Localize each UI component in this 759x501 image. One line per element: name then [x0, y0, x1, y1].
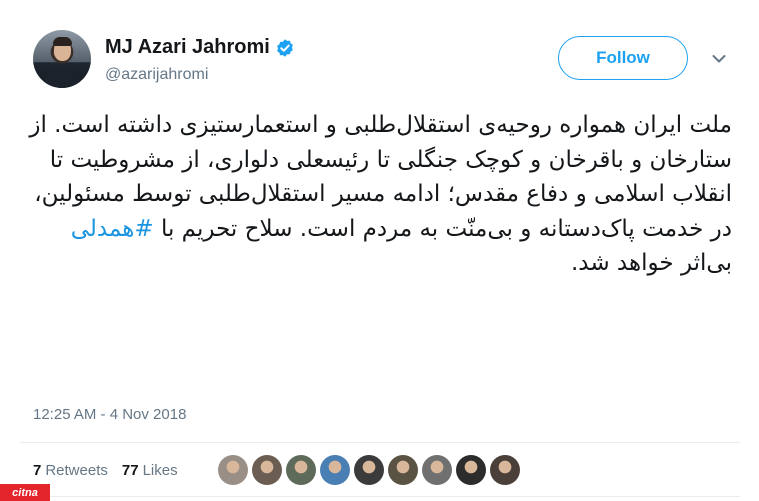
author-name[interactable]: MJ Azari Jahromi: [105, 36, 270, 59]
likes-label: Likes: [142, 462, 178, 479]
likes-count: 77: [121, 462, 139, 479]
liker-avatar[interactable]: [354, 455, 384, 485]
likers-avatars: [218, 455, 520, 485]
liker-avatar[interactable]: [422, 455, 452, 485]
avatar-suit: [44, 68, 80, 88]
author-name-row: MJ Azari Jahromi: [105, 36, 295, 59]
tweet-timestamp[interactable]: 12:25 AM - 4 Nov 2018: [33, 406, 186, 423]
divider: [20, 496, 740, 497]
retweets-stat[interactable]: 7 Retweets: [33, 462, 108, 479]
liker-avatar[interactable]: [456, 455, 486, 485]
liker-avatar[interactable]: [490, 455, 520, 485]
retweets-label: Retweets: [45, 462, 108, 479]
likes-stat[interactable]: 77 Likes: [122, 462, 178, 479]
tweet-stats: 7 Retweets 77 Likes: [33, 462, 178, 479]
avatar-hair: [53, 37, 72, 46]
verified-badge-icon: [277, 38, 293, 57]
author-avatar[interactable]: [33, 30, 91, 88]
liker-avatar[interactable]: [218, 455, 248, 485]
citna-watermark-logo: citna: [0, 484, 50, 501]
divider: [20, 442, 740, 443]
chevron-down-icon[interactable]: [712, 54, 726, 64]
liker-avatar[interactable]: [320, 455, 350, 485]
liker-avatar[interactable]: [388, 455, 418, 485]
author-handle[interactable]: @azarijahromi: [105, 66, 208, 84]
tweet-text: ملت ایران همواره روحیه‌ی استقلال‌طلبی و …: [20, 108, 732, 281]
liker-avatar[interactable]: [252, 455, 282, 485]
liker-avatar[interactable]: [286, 455, 316, 485]
tweet-tail: بی‌اثر خواهد شد.: [570, 250, 732, 276]
follow-button[interactable]: Follow: [558, 36, 688, 80]
hashtag-link[interactable]: #همدلی: [71, 216, 154, 242]
retweets-count: 7: [33, 462, 42, 479]
